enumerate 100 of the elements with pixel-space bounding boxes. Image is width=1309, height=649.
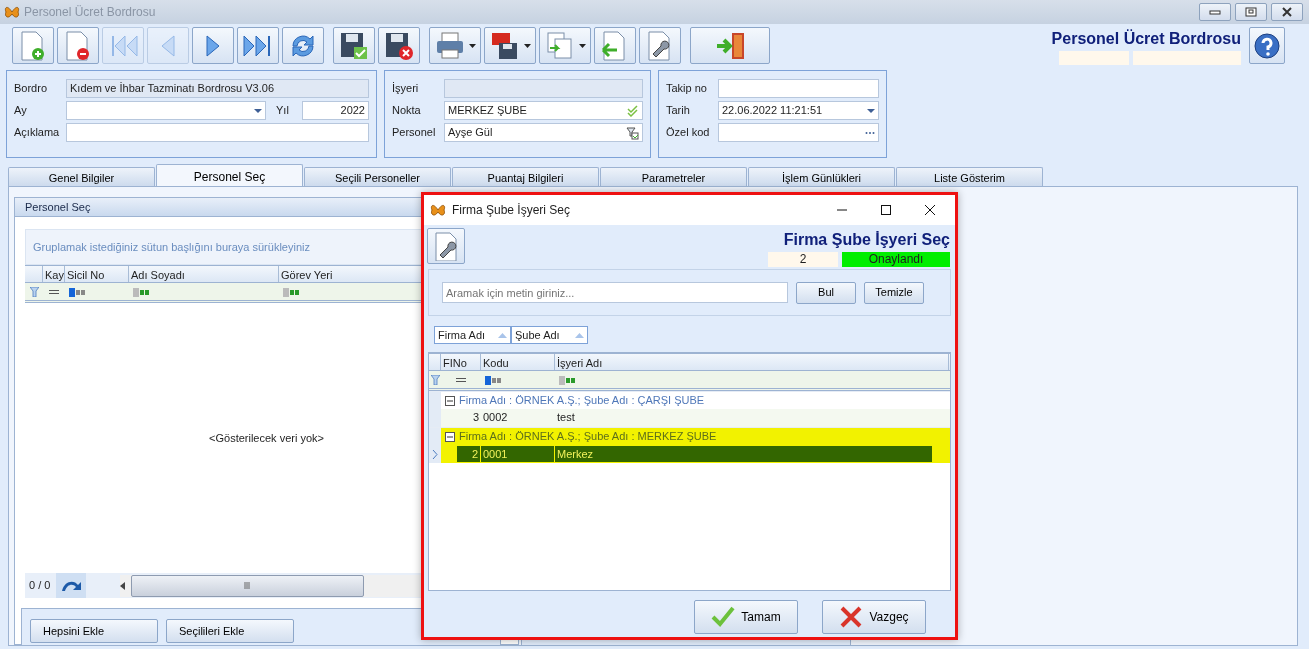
tab[interactable]: Genel Bilgiler	[8, 167, 155, 188]
cancel-button[interactable]: Vazgeç	[822, 600, 926, 634]
group-row[interactable]: Firma Adı : ÖRNEK A.Ş.; Şube Adı : MERKEZ ŞUBE	[441, 427, 950, 446]
toolbar-button[interactable]	[484, 27, 536, 64]
help-icon	[1253, 31, 1281, 60]
field-label: Açıklama	[14, 125, 61, 141]
tab[interactable]: Parametreler	[600, 167, 747, 188]
clear-button[interactable]: Temizle	[864, 281, 924, 304]
close-icon	[1280, 5, 1294, 19]
scrollbar-thumb[interactable]	[131, 574, 365, 597]
dialog-header-title: Firma Şube İşyeri Seç	[783, 230, 950, 250]
field-label: Takip no	[666, 81, 708, 97]
column-header[interactable]: Sicil No	[65, 266, 129, 282]
text-filter-icon	[485, 375, 503, 385]
app-icon	[4, 4, 20, 20]
tab[interactable]: Personel Seç	[156, 164, 303, 188]
field-label: İşyeri	[392, 81, 420, 97]
toolbar-button[interactable]	[57, 27, 99, 64]
equals-icon	[49, 289, 59, 294]
add-button[interactable]: Seçilileri Ekle	[166, 619, 294, 643]
sort-ascending-icon	[575, 332, 584, 338]
minimize-button[interactable]	[1199, 3, 1231, 21]
add-button[interactable]: Hepsini Ekle	[30, 619, 158, 643]
grid-cell-text: test	[556, 410, 576, 425]
status-field	[1059, 51, 1129, 65]
column-header[interactable]: Kay	[43, 266, 65, 282]
tab[interactable]: Liste Gösterim	[896, 167, 1043, 188]
group-by-hint: Gruplamak istediğiniz sütun başlığını buraya sürükleyiniz	[33, 241, 310, 253]
column-header[interactable]: İşyeri Adı	[555, 354, 949, 370]
dropdown-field[interactable]: 22.06.2022 11:21:51	[718, 101, 879, 120]
toolbar-button[interactable]	[333, 27, 375, 64]
dropdown-arrow-icon	[254, 108, 262, 113]
input-field[interactable]	[718, 123, 879, 142]
input-field[interactable]: MERKEZ ŞUBE	[444, 101, 643, 120]
field-label: Özel kod	[666, 125, 711, 141]
help-button[interactable]	[1249, 27, 1285, 64]
ok-button[interactable]: Tamam	[694, 600, 798, 634]
grid-cell-text: 3	[471, 410, 480, 425]
double-check-icon	[627, 104, 639, 117]
group-row[interactable]: Firma Adı : ÖRNEK A.Ş.; Şube Adı : ÇARŞI ŞUBE	[441, 391, 950, 410]
refresh-button[interactable]	[56, 573, 87, 598]
input-field[interactable]	[718, 79, 879, 98]
row-pointer-icon	[432, 449, 438, 459]
approval-status: Onaylandı	[842, 252, 950, 267]
text-filter-icon	[559, 375, 577, 385]
field-label: Tarih	[666, 103, 691, 119]
tab[interactable]: Seçili Personeller	[304, 167, 451, 188]
toolbar-button[interactable]	[282, 27, 324, 64]
search-field[interactable]: Aramak için metin giriniz...	[442, 282, 788, 303]
column-header[interactable]: Adı Soyadı	[129, 266, 279, 282]
app-icon	[430, 202, 446, 218]
toolbar-button[interactable]	[639, 27, 681, 64]
group-by-column[interactable]: Şube Adı	[511, 326, 588, 344]
field-label: Personel	[392, 125, 437, 141]
text-filter-icon	[133, 287, 151, 297]
input-field[interactable]: Ayşe Gül	[444, 123, 643, 142]
toolbar-button[interactable]	[429, 27, 481, 64]
settings-button[interactable]	[427, 228, 465, 264]
check-icon	[711, 605, 736, 629]
restore-icon	[1244, 5, 1258, 19]
column-header[interactable]: FINo	[441, 354, 481, 370]
input-field[interactable]	[66, 123, 369, 142]
grid-cell: Merkez	[555, 446, 933, 462]
equals-icon	[456, 377, 466, 382]
record-count: 2	[768, 252, 838, 267]
grid-cell-text: 0002	[482, 410, 509, 425]
form-title: Personel Ücret Bordrosu	[1051, 28, 1241, 49]
field-label: Ay	[14, 103, 28, 119]
printer-icon	[434, 29, 466, 62]
toolbar-button[interactable]	[237, 27, 279, 64]
dropdown-field[interactable]	[66, 101, 266, 120]
cross-icon	[839, 605, 864, 629]
input-field[interactable]: 2022	[302, 101, 369, 120]
empty-grid-message: <Gösterilecek veri yok>	[209, 430, 324, 446]
text-filter-icon	[283, 287, 301, 297]
column-header[interactable]: Kodu	[481, 354, 555, 370]
scroll-left-icon	[120, 581, 126, 590]
grid-cell: 2	[457, 446, 481, 462]
group-by-column[interactable]: Firma Adı	[434, 326, 511, 344]
dropdown-arrow-icon	[867, 108, 875, 113]
exit-button[interactable]	[690, 27, 770, 64]
redo-arrow-icon	[60, 579, 83, 594]
grip-icon	[244, 582, 252, 589]
input-field[interactable]	[444, 79, 643, 98]
toolbar-button[interactable]	[378, 27, 420, 64]
ellipsis-icon	[865, 130, 875, 135]
close-icon	[923, 203, 937, 217]
close-button[interactable]	[1271, 3, 1303, 21]
search-button[interactable]: Bul	[796, 281, 856, 304]
field-label: Bordro	[14, 81, 49, 97]
grid-row[interactable]: 2 0001 Merkez	[441, 445, 950, 463]
tab[interactable]: Puantaj Bilgileri	[452, 167, 599, 188]
input-field[interactable]: Kıdem ve İhbar Tazminatı Bordrosu V3.06	[66, 79, 369, 98]
caret-icon	[579, 43, 586, 48]
tab[interactable]: İşlem Günlükleri	[748, 167, 895, 188]
maximize-icon	[879, 203, 893, 217]
field-label: Yıl	[276, 103, 290, 119]
grid-row[interactable]: 3 0002 test	[441, 409, 950, 427]
window-title: Personel Ücret Bordrosu	[24, 4, 156, 21]
caret-icon	[524, 43, 531, 48]
